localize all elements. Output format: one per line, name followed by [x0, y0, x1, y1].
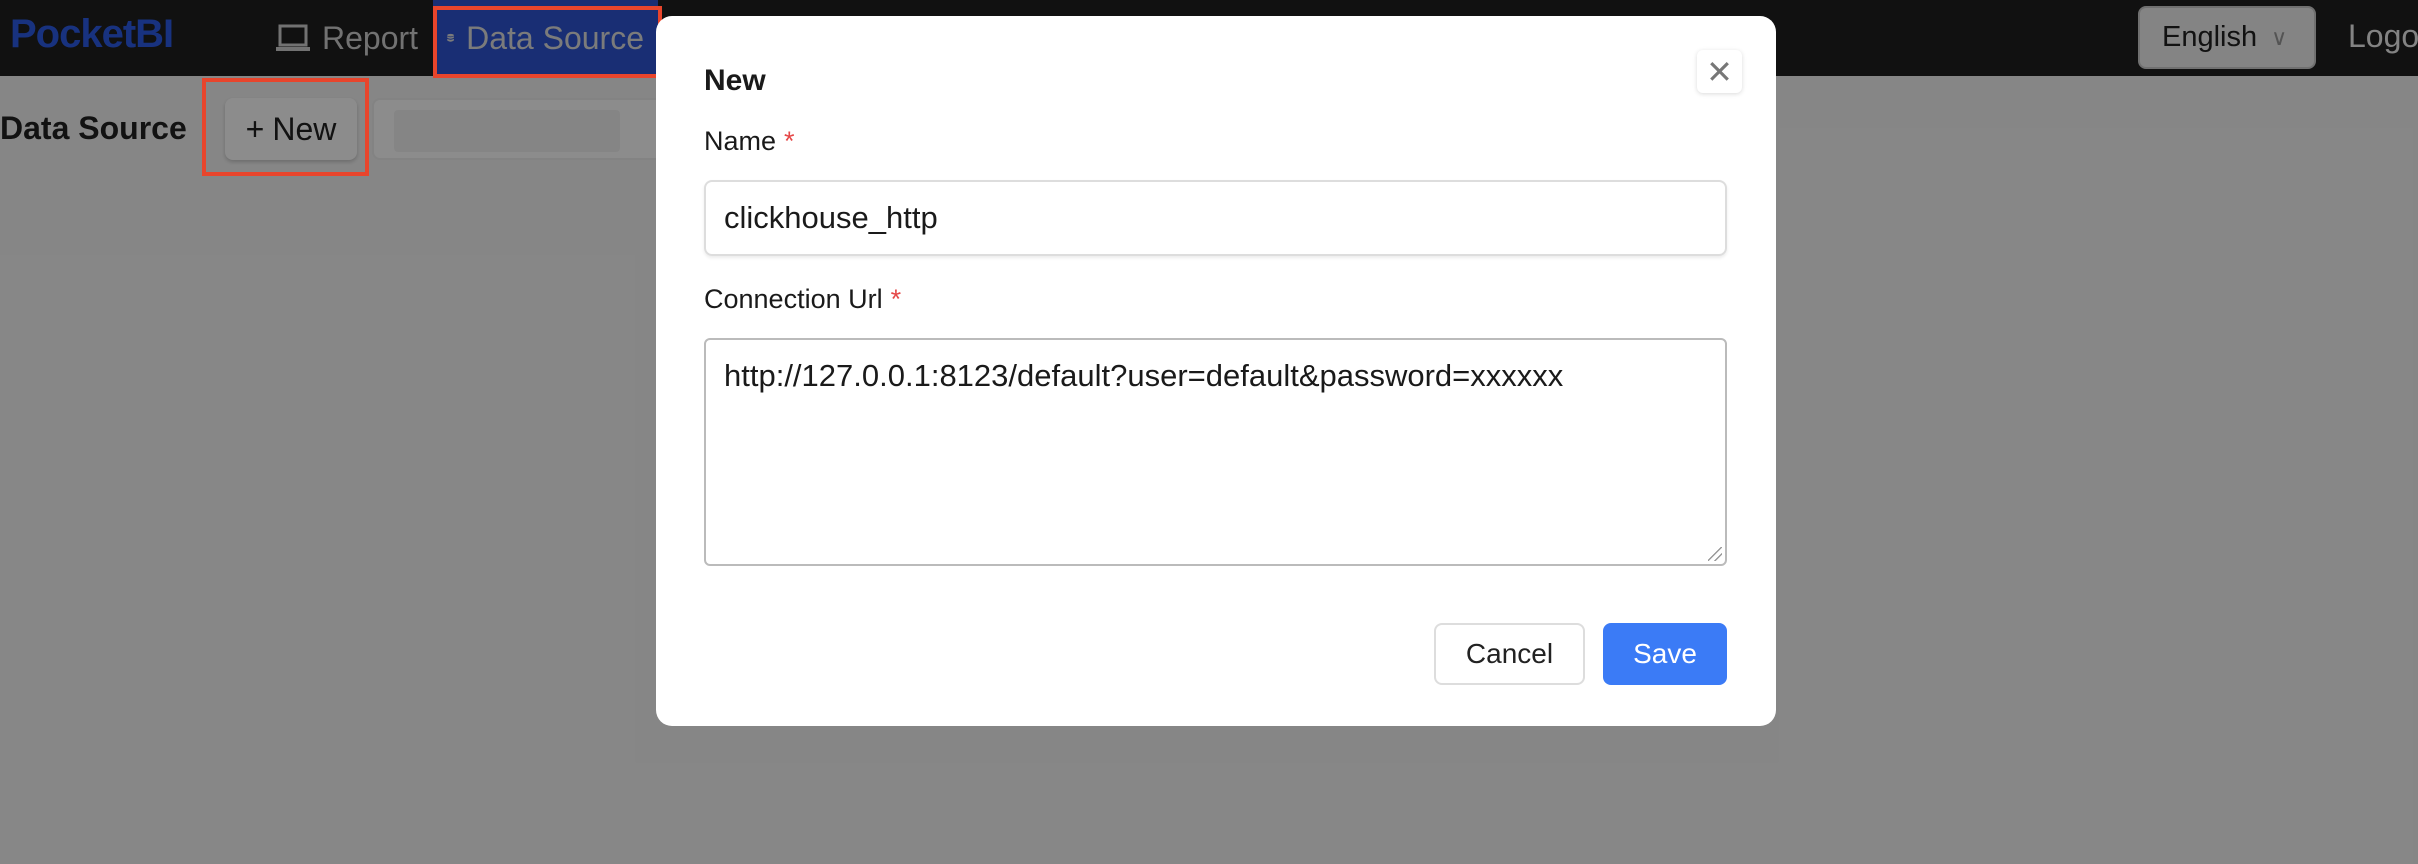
new-data-source-dialog: ✕ New Name * clickhouse_http Connection U… — [656, 16, 1776, 726]
dialog-title: New — [704, 64, 766, 97]
resize-handle-icon[interactable] — [1708, 547, 1722, 561]
highlight-box-data-source — [433, 6, 662, 78]
save-button[interactable]: Save — [1603, 623, 1727, 685]
url-label-text: Connection Url — [704, 284, 883, 314]
connection-url-value: http://127.0.0.1:8123/default?user=defau… — [724, 358, 1564, 393]
url-label: Connection Url * — [704, 284, 901, 315]
highlight-box-new — [202, 78, 369, 176]
name-label-text: Name — [704, 126, 777, 156]
close-icon: ✕ — [1706, 53, 1733, 90]
name-input[interactable]: clickhouse_http — [704, 180, 1727, 256]
connection-url-textarea[interactable]: http://127.0.0.1:8123/default?user=defau… — [704, 338, 1727, 566]
required-mark: * — [784, 126, 795, 156]
close-button[interactable]: ✕ — [1697, 50, 1742, 93]
cancel-button[interactable]: Cancel — [1434, 623, 1585, 685]
required-mark: * — [890, 284, 902, 314]
name-label: Name * — [704, 126, 795, 157]
